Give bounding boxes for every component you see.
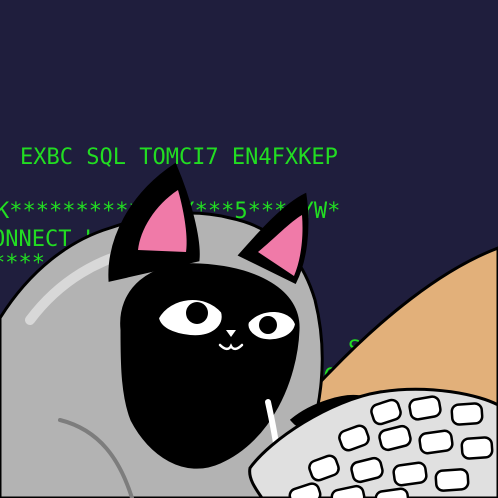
keyboard-key <box>434 468 470 492</box>
terminal-line-1: EXBC SQL TOMCI7 EN4FXKEP <box>20 145 338 170</box>
left-pupil-icon <box>186 302 208 324</box>
keyboard-key <box>418 429 454 455</box>
right-pupil-icon <box>259 316 277 334</box>
cat-hacker-scene: EXBC SQL TOMCI7 EN4FXKEP K*************X… <box>0 0 498 498</box>
keyboard-key <box>392 461 428 487</box>
illustration: EXBC SQL TOMCI7 EN4FXKEP K*************X… <box>0 0 498 498</box>
keyboard-key <box>450 402 484 426</box>
keyboard-key <box>408 395 442 421</box>
keyboard-key <box>460 436 494 460</box>
